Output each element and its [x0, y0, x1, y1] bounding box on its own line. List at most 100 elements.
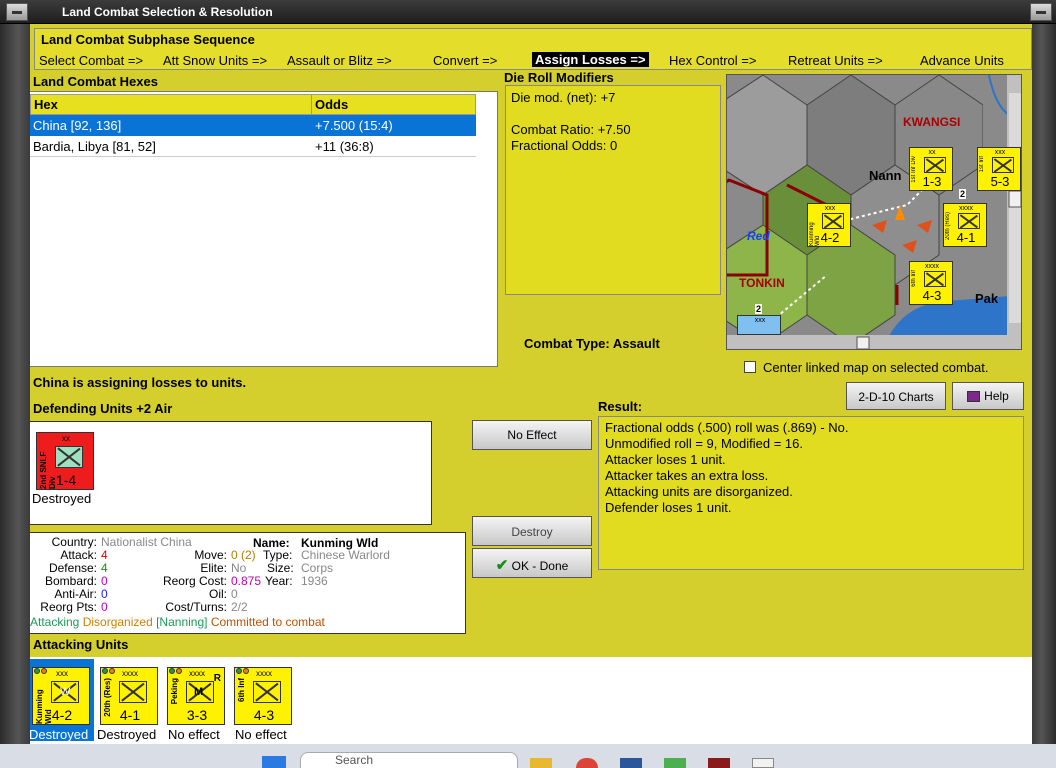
infantry-icon: [958, 213, 980, 229]
unit-strength: 4-3: [922, 288, 942, 303]
move-label: Move:: [194, 548, 227, 562]
ok-done-button[interactable]: ✔ OK - Done: [472, 548, 592, 578]
map-unit-20th-res[interactable]: xxxx 20th (Res) 4-1: [943, 203, 987, 247]
unit-name: 1st Inf: [979, 156, 985, 173]
notepad-icon[interactable]: [752, 758, 774, 768]
combat-hexes-list[interactable]: Hex Odds China [92, 136] +7.500 (15:4) B…: [30, 91, 498, 367]
hex-cell: Bardia, Libya [81, 52]: [33, 139, 156, 154]
dialog-client: Land Combat Subphase Sequence Select Com…: [30, 24, 1032, 744]
modifiers-title: Die Roll Modifiers: [504, 70, 614, 85]
windows-start-icon[interactable]: [262, 756, 286, 768]
unit-mark: W: [60, 686, 71, 698]
bombard-label: Bombard:: [44, 574, 97, 588]
subphase-panel: Land Combat Subphase Sequence Select Com…: [34, 28, 1032, 70]
col-hex[interactable]: Hex: [30, 94, 312, 115]
country-label: Country:: [51, 535, 97, 549]
hexes-title: Land Combat Hexes: [33, 74, 158, 89]
unit-size: xx: [62, 434, 70, 443]
attacker-status: Destroyed: [97, 727, 157, 742]
reorg-pts-label: Reorg Pts:: [40, 600, 97, 614]
minimize-button[interactable]: [1030, 3, 1052, 21]
unit-strength: 1-3: [922, 174, 942, 189]
attacker-unit-6th-inf[interactable]: xxxx 6th Inf 4-3: [234, 667, 292, 725]
map-label-tonkin: TONKIN: [739, 276, 785, 290]
attacker-unit-20th-res[interactable]: xxxx 20th (Res) 4-1: [100, 667, 158, 725]
attacker-unit-peking[interactable]: xxxx R Peking M 3-3: [167, 667, 225, 725]
unit-strength: 5-3: [990, 174, 1010, 189]
game-icon[interactable]: [708, 758, 730, 768]
defense-value: 4: [101, 561, 108, 575]
odds-cell: +11 (36:8): [315, 139, 374, 154]
combat-type: Combat Type: Assault: [524, 336, 660, 351]
map-unit-kunming-wld[interactable]: xxx Kunming Wld 4-2: [807, 203, 851, 247]
search-placeholder: Search: [335, 753, 374, 767]
center-map-checkbox[interactable]: [744, 361, 756, 373]
reorg-pts-value: 0: [101, 600, 108, 614]
unit-size: xxx: [994, 149, 1006, 156]
step-att-snow-units[interactable]: Att Snow Units =>: [163, 53, 267, 68]
result-line: Attacker takes an extra loss.: [605, 468, 769, 483]
unit-strength: 4-1: [119, 707, 141, 723]
linked-map[interactable]: KWANGSI Nann Red TONKIN Pak xx 1st Inf D…: [726, 74, 1022, 350]
app-icon[interactable]: [664, 758, 686, 768]
unit-size: xxx: [754, 317, 766, 324]
help-button[interactable]: Help: [952, 382, 1024, 410]
charts-button[interactable]: 2-D-10 Charts: [846, 382, 946, 410]
type-value: Chinese Warlord: [301, 548, 390, 562]
step-assault-or-blitz[interactable]: Assault or Blitz =>: [287, 53, 392, 68]
result-line: Attacking units are disorganized.: [605, 484, 793, 499]
attacker-unit-kunming-wld[interactable]: xxx Kunming Wld W 4-2: [32, 667, 90, 725]
system-menu-button[interactable]: [6, 3, 28, 21]
attack-label: Attack:: [60, 548, 97, 562]
unit-size: xxxx: [122, 669, 138, 678]
step-retreat-units[interactable]: Retreat Units =>: [788, 53, 883, 68]
unit-name: 6th Inf: [911, 270, 917, 287]
unit-name: Peking: [170, 678, 179, 705]
antiair-value: 0: [101, 587, 108, 601]
infantry-icon: [924, 271, 946, 287]
word-icon[interactable]: [620, 758, 642, 768]
no-effect-button[interactable]: No Effect: [472, 420, 592, 450]
cost-turns-label: Cost/Turns:: [165, 600, 227, 614]
chrome-icon[interactable]: [576, 758, 598, 768]
hex-row-china[interactable]: China [92, 136] +7.500 (15:4): [30, 115, 476, 136]
step-assign-losses[interactable]: Assign Losses =>: [532, 52, 649, 67]
map-unit-1st-inf[interactable]: xxx 1st Inf 5-3: [977, 147, 1021, 191]
odds-cell: +7.500 (15:4): [315, 118, 393, 133]
file-explorer-icon[interactable]: [530, 758, 552, 768]
size-label: Size:: [267, 561, 294, 575]
map-label-kwangsi: KWANGSI: [903, 115, 961, 129]
elite-label: Elite:: [200, 561, 227, 575]
destroy-button[interactable]: Destroy: [472, 516, 592, 546]
defense-label: Defense:: [48, 561, 97, 575]
map-unit-partial[interactable]: xxx: [737, 315, 781, 335]
attacking-units-panel: xxx Kunming Wld W 4-2 Destroyed xxxx 20t…: [30, 657, 1032, 744]
help-book-icon: [967, 391, 981, 403]
taskbar-search[interactable]: Search: [300, 752, 518, 768]
map-unit-6th-inf[interactable]: xxxx 6th Inf 4-3: [909, 261, 953, 305]
move-value: 0 (2): [231, 548, 256, 562]
step-advance-units[interactable]: Advance Units: [920, 53, 1004, 68]
cost-turns-value: 2/2: [231, 600, 248, 614]
defending-units-panel: xx 2nd SNLF Div 1-4 Destroyed: [30, 421, 432, 525]
step-convert[interactable]: Convert =>: [433, 53, 497, 68]
hex-row-bardia[interactable]: Bardia, Libya [81, 52] +11 (36:8): [30, 136, 476, 157]
result-box: Fractional odds (.500) roll was (.869) -…: [598, 416, 1024, 570]
left-frame: [0, 24, 30, 744]
step-hex-control[interactable]: Hex Control =>: [669, 53, 756, 68]
col-odds[interactable]: Odds: [311, 94, 476, 115]
attacker-status: Destroyed: [30, 727, 89, 742]
unit-info-panel: Country: Nationalist China Name: Kunming…: [30, 532, 466, 634]
bombard-value: 0: [101, 574, 108, 588]
map-label-red: Red: [747, 229, 770, 243]
elite-value: No: [231, 561, 247, 575]
unit-status-line: Attacking Disorganized [Nanning] Committ…: [30, 615, 325, 629]
unit-mark: M: [194, 686, 204, 698]
step-select-combat[interactable]: Select Combat =>: [39, 53, 143, 68]
reorg-cost-label: Reorg Cost:: [162, 574, 227, 588]
check-icon: ✔: [495, 557, 509, 574]
map-unit-1st-inf-div[interactable]: xx 1st Inf Div 1-3: [909, 147, 953, 191]
type-label: Type:: [263, 548, 293, 562]
defender-unit-2nd-snlf[interactable]: xx 2nd SNLF Div 1-4: [36, 432, 94, 490]
unit-size: xxxx: [256, 669, 272, 678]
